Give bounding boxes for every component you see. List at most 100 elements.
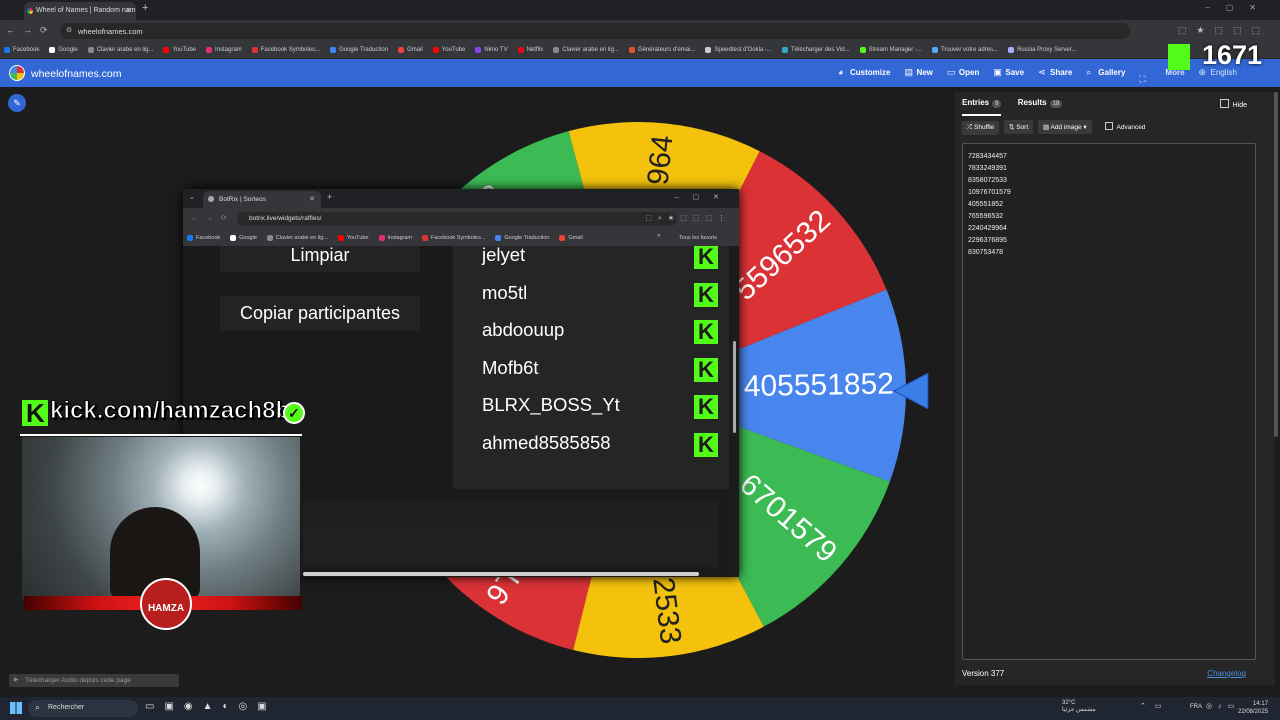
- bookmark-item[interactable]: YouTube: [163, 47, 196, 53]
- entries-textarea[interactable]: 7283434457 7833249391 8358072533 1097670157…: [962, 143, 1256, 660]
- bookmark-item[interactable]: Générateurs d'emai...: [628, 47, 695, 53]
- bookmark-item[interactable]: Instagram: [378, 235, 412, 241]
- menu-label: Customize: [850, 68, 891, 77]
- close-tab-icon[interactable]: ✕: [125, 6, 132, 15]
- bookmark-item[interactable]: Google: [49, 47, 78, 53]
- menu-new[interactable]: ▤ New: [904, 67, 932, 77]
- new-tab-icon[interactable]: +: [142, 2, 148, 14]
- bookmark-item[interactable]: Russia Proxy Server...: [1008, 47, 1076, 53]
- menu-share[interactable]: ⋖ Share: [1038, 67, 1072, 77]
- menu-customize[interactable]: ◕ Customize: [838, 67, 891, 77]
- popup-address-bar[interactable]: botrix.live/widgets/raffles/: [237, 212, 677, 226]
- popup-tab[interactable]: BotRix | Sorteos ✕: [203, 191, 321, 208]
- bookmark-item[interactable]: Facebook: [4, 47, 39, 53]
- kick-platform-icon: [694, 432, 718, 457]
- panel-tabs: Entries 9 Results 18: [962, 98, 1076, 116]
- participant-name: abdoouup: [482, 319, 565, 340]
- new-tab-icon[interactable]: +: [327, 192, 332, 202]
- bookmark-item[interactable]: Facebook Symboles...: [421, 235, 485, 241]
- results-count-badge: 18: [1049, 100, 1063, 108]
- weather-temp: 32°C: [1062, 700, 1076, 706]
- won-logo-icon[interactable]: [9, 65, 25, 81]
- verified-check-icon: ✓: [283, 402, 305, 424]
- menu-label: Save: [1005, 68, 1025, 77]
- all-favorites-link[interactable]: Tous les favoris: [679, 235, 717, 241]
- windows-start-icon[interactable]: [10, 702, 22, 714]
- bookmark-item[interactable]: Instagram: [206, 47, 242, 53]
- nav-buttons[interactable]: ←→⟳: [6, 25, 56, 36]
- close-tab-icon[interactable]: ✕: [309, 195, 315, 203]
- popup-nav-buttons[interactable]: ←→⟳: [191, 214, 235, 222]
- language-indicator[interactable]: FRA: [1190, 704, 1202, 710]
- tab-results-label: Results: [1017, 98, 1047, 107]
- menu-open[interactable]: ▭ Open: [947, 67, 979, 77]
- share-icon: ⋖: [1038, 67, 1046, 77]
- site-title[interactable]: wheelofnames.com: [31, 68, 121, 80]
- fullscreen-icon: ⛶: [1139, 74, 1146, 84]
- bookmark-item[interactable]: Trouver votre adres...: [931, 47, 998, 53]
- bookmark-item[interactable]: Google: [230, 235, 257, 241]
- taskbar-clock[interactable]: 14:17 22/08/2025: [1238, 700, 1268, 716]
- bookmark-item[interactable]: Speedtest d'Ookla -...: [705, 47, 772, 53]
- bookmark-item[interactable]: YouTube: [337, 235, 369, 241]
- tab-search-icon[interactable]: ⌄: [189, 193, 195, 201]
- tab-entries[interactable]: Entries 9: [962, 98, 1002, 116]
- browser-tabbar: Wheel of Names | Random nam ✕ + –▢✕: [0, 0, 1280, 20]
- add-image-button[interactable]: ▨ Add image ▾: [1037, 120, 1092, 134]
- kick-platform-icon: [694, 320, 718, 344]
- extension-icons[interactable]: ⬚★⬚⬚⬚: [1178, 25, 1270, 36]
- window-controls[interactable]: –▢✕: [1205, 3, 1272, 12]
- copy-participants-button[interactable]: Copiar participantes: [220, 296, 420, 330]
- bookmark-item[interactable]: Télécharger des Vid...: [781, 47, 850, 53]
- kick-platform-icon: [694, 246, 718, 269]
- clock-date: 22/08/2025: [1238, 709, 1269, 715]
- system-tray-icons[interactable]: ⌃▭: [1140, 702, 1170, 710]
- tab-results[interactable]: Results 18: [1018, 98, 1063, 114]
- address-bar[interactable]: wheelofnames.com: [60, 23, 1130, 39]
- bookmark-item[interactable]: Facebook: [187, 235, 220, 241]
- image-icon: ▨: [1042, 124, 1051, 131]
- popup-window-controls[interactable]: –▢✕: [675, 193, 733, 201]
- menu-label: Gallery: [1098, 68, 1126, 77]
- vertical-scrollbar[interactable]: [733, 341, 736, 433]
- bookmark-item[interactable]: Netflix: [517, 47, 543, 53]
- bookmark-item[interactable]: Gmail: [559, 235, 583, 241]
- shuffle-button[interactable]: ⤮ Shuffle: [962, 121, 1000, 135]
- menu-save[interactable]: ▣ Save: [993, 67, 1025, 77]
- changelog-link[interactable]: Changelog: [1207, 669, 1246, 678]
- download-audio-hint[interactable]: Télécharger Audio depuis cette page: [9, 674, 179, 687]
- sort-button[interactable]: ⇅ Sort: [1003, 120, 1034, 134]
- more-bookmarks-icon[interactable]: »: [657, 233, 660, 239]
- taskbar-app-icons[interactable]: ▭▣◉▲◐◎▣: [145, 701, 277, 712]
- horizontal-scrollbar[interactable]: [303, 572, 699, 576]
- search-icon: ⌕: [1086, 67, 1092, 77]
- page-scrollbar[interactable]: [1274, 92, 1278, 437]
- file-icon: ▤: [904, 67, 913, 77]
- browser-tab-active[interactable]: Wheel of Names | Random nam ✕: [24, 2, 136, 20]
- bookmark-item[interactable]: Nimo TV: [475, 47, 508, 53]
- bookmark-item[interactable]: Google Traduction: [495, 235, 549, 241]
- clear-button[interactable]: Limpiar: [220, 246, 420, 272]
- advanced-checkbox[interactable]: Advanced: [1105, 122, 1146, 131]
- bookmark-item[interactable]: YouTube: [432, 47, 465, 53]
- bookmark-item[interactable]: Facebook Symboles...: [251, 47, 320, 53]
- entry-line: 8358072533: [968, 177, 1007, 184]
- bookmark-item[interactable]: Clavier arabe en lig...: [87, 47, 153, 53]
- bookmark-item[interactable]: Clavier arabe en lig...: [553, 47, 619, 53]
- tray-status-icons[interactable]: ◎♪▭: [1206, 702, 1240, 710]
- kick-banner: kick.com/hamzach8b ✓: [20, 397, 308, 429]
- bookmark-item[interactable]: Stream Manager -...: [859, 47, 922, 53]
- taskbar-search[interactable]: Rechercher: [28, 700, 138, 717]
- hide-checkbox[interactable]: Hide: [1220, 99, 1247, 109]
- weather-widget[interactable]: 32°C مشمس جزئيا: [1062, 700, 1096, 714]
- sort-label: Sort: [1016, 124, 1029, 131]
- popup-extension-icons[interactable]: ⬚⌕★⬚⬚⬚⋮: [645, 214, 731, 223]
- chevron-down-icon: ▾: [1081, 124, 1087, 131]
- entry-line: 765596532: [968, 213, 1004, 220]
- menu-gallery[interactable]: ⌕ Gallery: [1086, 67, 1126, 77]
- edit-pencil-icon[interactable]: ✎: [8, 94, 26, 112]
- bookmark-item[interactable]: Gmail: [398, 47, 423, 53]
- bookmark-item[interactable]: Google Traduction: [330, 47, 388, 53]
- taskbar-search-label: Rechercher: [48, 704, 85, 711]
- bookmark-item[interactable]: Clavier arabe en lig...: [266, 235, 328, 241]
